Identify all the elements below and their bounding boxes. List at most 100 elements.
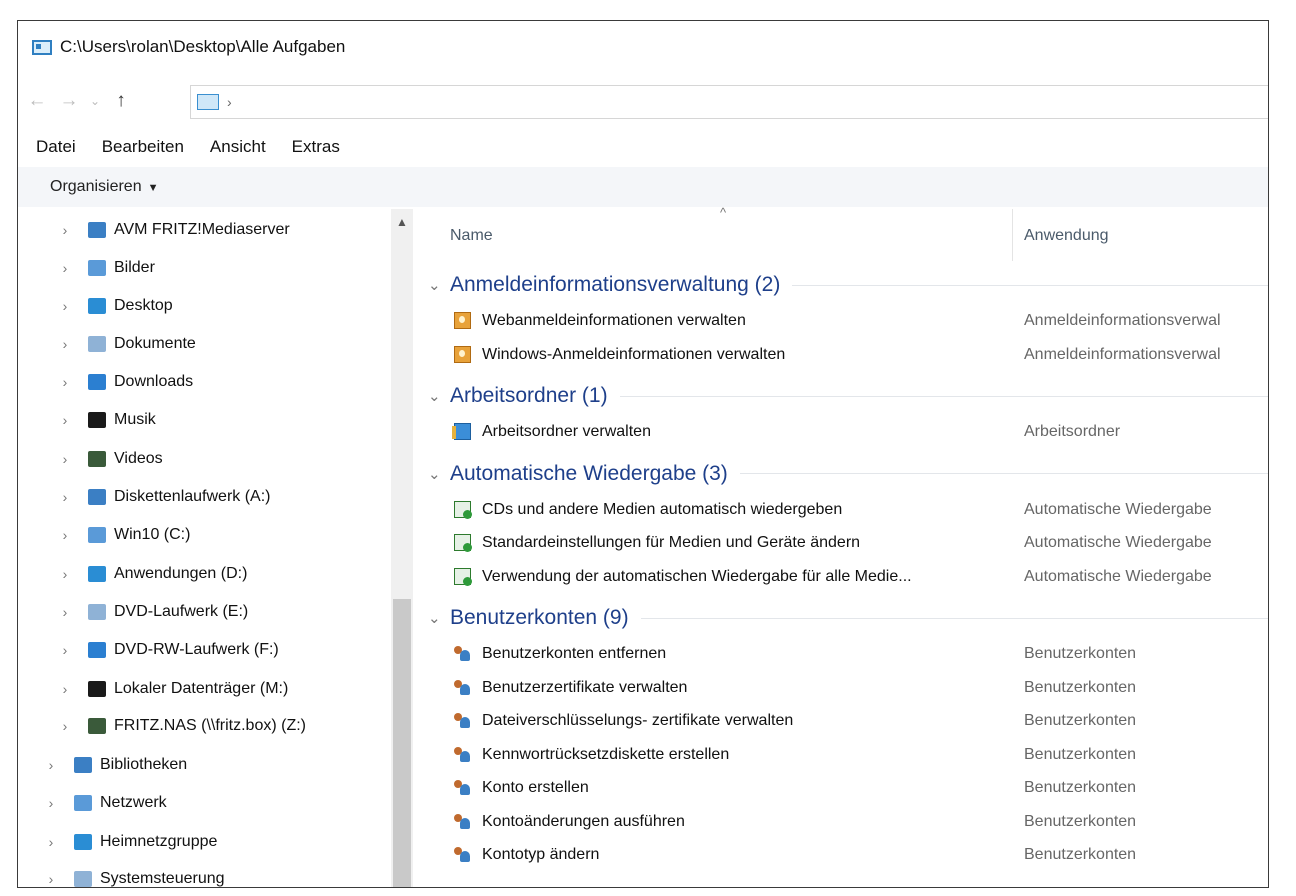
chevron-right-icon[interactable]: › xyxy=(58,718,72,734)
nav-item[interactable]: › Netzwerk xyxy=(44,786,167,820)
menu-file[interactable]: Datei xyxy=(36,137,76,157)
chevron-right-icon[interactable]: › xyxy=(58,412,72,428)
chevron-down-icon[interactable]: ⌄ xyxy=(428,609,446,627)
menu-tools[interactable]: Extras xyxy=(292,137,340,157)
column-header-application[interactable]: Anwendung xyxy=(1024,227,1109,245)
item-application: Arbeitsordner xyxy=(1024,423,1121,440)
chevron-right-icon[interactable]: › xyxy=(58,336,72,352)
documents-icon xyxy=(88,336,106,352)
chevron-right-icon[interactable]: › xyxy=(44,871,58,887)
nav-item-label: Desktop xyxy=(114,297,173,314)
breadcrumb-chevron-icon[interactable]: › xyxy=(227,94,232,110)
homegroup-icon xyxy=(74,834,92,850)
nav-item[interactable]: › Bilder xyxy=(58,251,155,285)
menu-view[interactable]: Ansicht xyxy=(210,137,266,157)
chevron-down-icon[interactable]: ⌄ xyxy=(428,276,446,294)
nav-item[interactable]: › Win10 (C:) xyxy=(58,518,190,552)
item-name: Arbeitsordner verwalten xyxy=(482,423,651,440)
nav-scrollbar[interactable]: ▲ xyxy=(391,209,413,887)
scroll-up-arrow-icon[interactable]: ▲ xyxy=(391,215,413,229)
nav-item[interactable]: › Dokumente xyxy=(58,327,196,361)
item-name: Benutzerzertifikate verwalten xyxy=(482,678,688,696)
navigation-pane: › AVM FRITZ!Mediaserver › Bilder › Desktop › Do… xyxy=(18,209,413,887)
nav-item[interactable]: › Bibliotheken xyxy=(44,748,187,782)
list-item[interactable]: Dateiverschlüsselungs- zertifikate verwa… xyxy=(416,705,1268,737)
nav-item[interactable]: › Musik xyxy=(58,403,156,437)
recent-locations-chevron-icon[interactable]: ⌄ xyxy=(88,87,102,115)
list-item[interactable]: Standardeinstellungen für Medien und Ger… xyxy=(416,527,1268,559)
menu-edit[interactable]: Bearbeiten xyxy=(102,137,184,157)
chevron-right-icon[interactable]: › xyxy=(44,795,58,811)
chevron-right-icon[interactable]: › xyxy=(58,374,72,390)
content-pane: ^ Name Anwendung ⌄ Anmeldeinformationsver… xyxy=(416,205,1268,887)
chevron-right-icon[interactable]: › xyxy=(58,451,72,467)
item-application: Automatische Wiedergabe xyxy=(1024,567,1212,585)
list-item[interactable]: Verwendung der automatischen Wiedergabe … xyxy=(416,561,1268,593)
libraries-icon xyxy=(74,757,92,773)
nav-item-label: Bilder xyxy=(114,259,155,276)
dvd-drive-icon xyxy=(88,604,106,620)
group-header[interactable]: ⌄ Arbeitsordner (1) xyxy=(416,378,1268,414)
item-application: Benutzerkonten xyxy=(1024,812,1137,830)
chevron-right-icon[interactable]: › xyxy=(58,260,72,276)
chevron-right-icon[interactable]: › xyxy=(58,604,72,620)
scroll-thumb[interactable] xyxy=(393,599,411,887)
list-item[interactable]: Benutzerkonten entfernen Benutzerkonten xyxy=(416,638,1268,670)
chevron-right-icon[interactable]: › xyxy=(58,642,72,658)
group-header[interactable]: ⌄ Anmeldeinformationsverwaltung (2) xyxy=(416,267,1268,303)
nav-item-label: FRITZ.NAS (\\fritz.box) (Z:) xyxy=(114,717,306,734)
chevron-right-icon[interactable]: › xyxy=(58,681,72,697)
nav-item[interactable]: › Desktop xyxy=(58,289,173,323)
up-arrow-icon[interactable]: ↑ xyxy=(108,87,134,115)
list-item[interactable]: Kennwortrücksetzdiskette erstellen Benutz… xyxy=(416,739,1268,771)
chevron-right-icon[interactable]: › xyxy=(58,527,72,543)
organize-button[interactable]: Organisieren ▼ xyxy=(50,178,159,196)
group-title: Benutzerkonten (9) xyxy=(450,606,629,629)
nav-item[interactable]: › Videos xyxy=(58,442,163,476)
item-application: Automatische Wiedergabe xyxy=(1024,500,1212,518)
item-application: Benutzerkonten xyxy=(1024,779,1137,796)
list-item[interactable]: Konto erstellen Benutzerkonten xyxy=(416,772,1268,804)
group-title: Arbeitsordner (1) xyxy=(450,384,608,407)
nav-item[interactable]: › AVM FRITZ!Mediaserver xyxy=(58,213,290,247)
column-divider[interactable] xyxy=(1012,209,1013,261)
chevron-right-icon[interactable]: › xyxy=(58,222,72,238)
nav-item-label: Bibliotheken xyxy=(100,756,188,773)
chevron-right-icon[interactable]: › xyxy=(58,566,72,582)
nav-item[interactable]: › Downloads xyxy=(58,365,193,399)
chevron-down-icon[interactable]: ⌄ xyxy=(428,465,446,483)
list-item[interactable]: Kontotyp ändern Benutzerkonten xyxy=(416,839,1268,871)
back-arrow-icon[interactable]: ← xyxy=(24,87,50,115)
chevron-down-icon[interactable]: ⌄ xyxy=(428,387,446,405)
nav-item[interactable]: › Systemsteuerung xyxy=(44,862,225,887)
item-name: Kontoänderungen ausführen xyxy=(482,812,685,830)
nav-item[interactable]: › DVD-RW-Laufwerk (F:) xyxy=(58,633,279,667)
nav-item[interactable]: › DVD-Laufwerk (E:) xyxy=(58,595,248,629)
item-name: Dateiverschlüsselungs- zertifikate verwa… xyxy=(482,712,794,729)
nav-item-label: Netzwerk xyxy=(100,794,167,811)
group-header[interactable]: ⌄ Benutzerkonten (9) xyxy=(416,600,1268,636)
list-item[interactable]: Benutzerzertifikate verwalten Benutzerkon… xyxy=(416,672,1268,704)
nav-item[interactable]: › Lokaler Datenträger (M:) xyxy=(58,672,288,706)
item-application: Benutzerkonten xyxy=(1024,678,1137,696)
nav-item[interactable]: › Diskettenlaufwerk (A:) xyxy=(58,480,271,514)
chevron-right-icon[interactable]: › xyxy=(44,757,58,773)
nav-item[interactable]: › Anwendungen (D:) xyxy=(58,557,247,591)
drive-icon xyxy=(88,566,106,582)
list-item[interactable]: Windows-Anmeldeinformationen verwalten An… xyxy=(416,339,1268,371)
nav-item[interactable]: › Heimnetzgruppe xyxy=(44,825,217,859)
chevron-right-icon[interactable]: › xyxy=(44,834,58,850)
chevron-right-icon[interactable]: › xyxy=(58,298,72,314)
list-item[interactable]: Webanmeldeinformationen verwalten Anmelde… xyxy=(416,305,1268,337)
user-accounts-icon xyxy=(454,846,471,863)
nav-item[interactable]: › FRITZ.NAS (\\fritz.box) (Z:) xyxy=(58,709,306,743)
list-item[interactable]: CDs und andere Medien automatisch wieder… xyxy=(416,494,1268,526)
chevron-right-icon[interactable]: › xyxy=(58,489,72,505)
list-item[interactable]: Kontoänderungen ausführen Benutzerkonten xyxy=(416,806,1268,838)
address-bar[interactable]: › xyxy=(190,85,1268,119)
column-header-name[interactable]: Name xyxy=(450,227,493,245)
autoplay-icon xyxy=(454,567,472,586)
list-item[interactable]: Arbeitsordner verwalten Arbeitsordner xyxy=(416,416,1268,448)
forward-arrow-icon[interactable]: → xyxy=(56,87,82,115)
group-header[interactable]: ⌄ Automatische Wiedergabe (3) xyxy=(416,456,1268,492)
